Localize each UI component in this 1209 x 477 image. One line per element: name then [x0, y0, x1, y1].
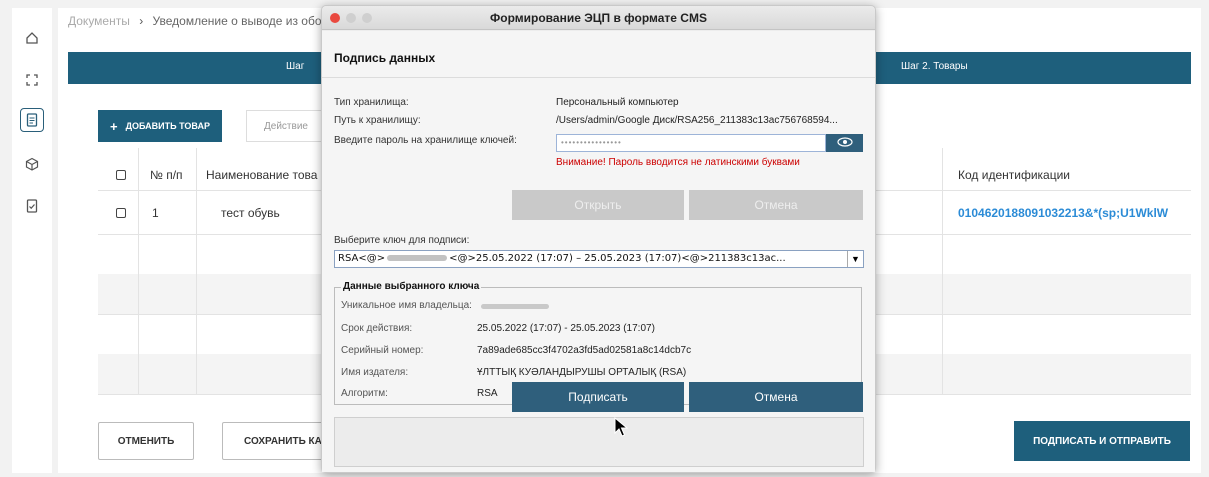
dropdown-arrow-icon[interactable]: ▼ — [847, 251, 863, 267]
serial-value: 7a89ade685cc3f4702a3fd5ad02581a8c14dcb7c — [477, 345, 692, 356]
row-name: тест обувь — [221, 206, 280, 220]
sign-button[interactable]: Подписать — [512, 382, 684, 412]
box-icon[interactable] — [20, 152, 44, 176]
algorithm-label: Алгоритм: — [341, 388, 388, 399]
storage-type-label: Тип хранилища: — [334, 97, 409, 108]
documents-icon[interactable] — [20, 108, 44, 132]
col-header-num: № п/п — [150, 168, 183, 182]
validity-value: 25.05.2022 (17:07) - 25.05.2023 (17:07) — [477, 323, 655, 334]
dialog-titlebar: Формирование ЭЦП в формате CMS — [322, 6, 875, 30]
breadcrumb-root[interactable]: Документы — [68, 14, 130, 28]
redacted-owner — [387, 255, 448, 261]
home-icon[interactable] — [20, 26, 44, 50]
sidebar — [12, 8, 52, 473]
col-divider — [138, 148, 139, 394]
step-1-tab[interactable]: Шаг — [286, 61, 304, 72]
col-header-code: Код идентификации — [958, 168, 1070, 182]
section-heading: Подпись данных — [334, 51, 436, 65]
row-code-link[interactable]: 0104620188091032213&*(sp;U1WklW — [958, 206, 1168, 220]
key-details-title: Данные выбранного ключа — [341, 281, 482, 292]
plus-icon: + — [110, 118, 118, 134]
cancel-open-button[interactable]: Отмена — [689, 190, 863, 220]
issuer-value: ҰЛТТЫҚ КУӘЛАНДЫРУШЫ ОРТАЛЫҚ (RSA) — [477, 367, 687, 378]
key-select-label: Выберите ключ для подписи: — [334, 235, 470, 246]
breadcrumb-current: Уведомление о выводе из оборота — [152, 14, 347, 28]
breadcrumb-separator: › — [139, 14, 144, 28]
owner-label: Уникальное имя владельца: — [341, 300, 472, 311]
key-suffix: <@>25.05.2022 (17:07) – 25.05.2023 (17:0… — [449, 253, 786, 264]
app-window: Документы › Уведомление о выводе из обор… — [0, 0, 1209, 477]
status-area — [334, 417, 864, 467]
key-select[interactable]: RSA<@> <@>25.05.2022 (17:07) – 25.05.2023… — [334, 250, 864, 268]
scan-icon[interactable] — [20, 68, 44, 92]
eye-icon — [836, 136, 853, 150]
password-label: Введите пароль на хранилище ключей: — [334, 135, 517, 146]
row-num: 1 — [152, 206, 159, 220]
issuer-label: Имя издателя: — [341, 367, 409, 378]
add-product-label: ДОБАВИТЬ ТОВАР — [125, 121, 210, 131]
serial-label: Серийный номер: — [341, 345, 424, 356]
col-divider — [942, 148, 943, 394]
key-prefix: RSA<@> — [338, 253, 386, 264]
validity-label: Срок действия: — [341, 323, 413, 334]
cms-signature-dialog: Формирование ЭЦП в формате CMS Подпись д… — [321, 5, 876, 473]
check-doc-icon[interactable] — [20, 194, 44, 218]
storage-type-value: Персональный компьютер — [556, 97, 679, 108]
mouse-cursor-icon — [614, 417, 628, 437]
save-draft-button[interactable]: СОХРАНИТЬ КА — [222, 422, 332, 460]
select-all-checkbox[interactable] — [116, 170, 126, 180]
password-warning: Внимание! Пароль вводится не латинскими … — [556, 157, 800, 168]
section-divider — [322, 77, 875, 78]
show-password-button[interactable] — [826, 134, 863, 152]
col-divider — [196, 148, 197, 394]
password-field[interactable]: •••••••••••••••• — [556, 134, 826, 152]
redacted-owner-name — [481, 304, 549, 309]
row-checkbox[interactable] — [116, 208, 126, 218]
action-select[interactable]: Действие — [246, 110, 326, 142]
step-2-tab[interactable]: Шаг 2. Товары — [901, 61, 968, 72]
col-header-name: Наименование това — [206, 168, 318, 182]
cancel-document-button[interactable]: ОТМЕНИТЬ — [98, 422, 194, 460]
algorithm-value: RSA — [477, 388, 498, 399]
sign-and-send-button[interactable]: ПОДПИСАТЬ И ОТПРАВИТЬ — [1014, 421, 1190, 461]
storage-path-value: /Users/admin/Google Диск/RSA256_211383c1… — [556, 115, 838, 126]
open-storage-button[interactable]: Открыть — [512, 190, 684, 220]
add-product-button[interactable]: + ДОБАВИТЬ ТОВАР — [98, 110, 222, 142]
dialog-body: Подпись данных Тип хранилища: Персональн… — [322, 31, 875, 472]
cancel-sign-button[interactable]: Отмена — [689, 382, 863, 412]
key-select-value: RSA<@> <@>25.05.2022 (17:07) – 25.05.2023… — [338, 253, 786, 264]
storage-path-label: Путь к хранилищу: — [334, 115, 421, 126]
dialog-title: Формирование ЭЦП в формате CMS — [490, 11, 707, 25]
breadcrumb: Документы › Уведомление о выводе из обор… — [68, 14, 347, 28]
